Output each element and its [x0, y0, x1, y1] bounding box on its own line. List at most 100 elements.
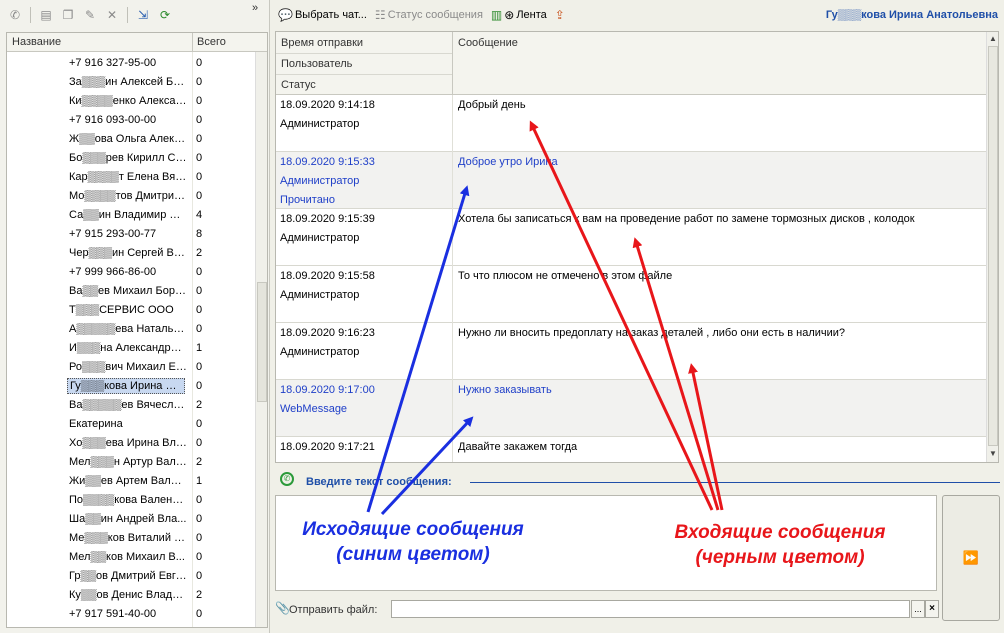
file-path-input[interactable] — [391, 600, 910, 618]
send-button[interactable]: ⏩ — [942, 495, 1000, 621]
paperclip-icon: 📎 — [275, 601, 290, 615]
file-label: Отправить файл: — [289, 604, 378, 616]
column-header-total[interactable]: Всего — [197, 36, 226, 48]
contact-name: +7 915 293-00-77 — [69, 228, 157, 240]
file-browse-button[interactable]: ... — [911, 600, 925, 618]
contact-row[interactable]: +7 915 293-00-77 8 — [7, 224, 255, 243]
contact-name: Ме▒▒▒ков Виталий Вл... — [69, 532, 187, 544]
new-contact-icon[interactable]: ✆ — [6, 6, 24, 24]
outgoing-callout-line1: Исходящие сообщения — [302, 519, 524, 540]
contact-name: Гу▒▒▒кова Ирина Ана... — [67, 378, 185, 394]
copy-icon[interactable]: ❐ — [59, 6, 77, 24]
messages-scrollbar-thumb[interactable] — [988, 46, 998, 446]
message-text: То что плюсом не отмечено в этом файле — [458, 270, 673, 282]
contact-row[interactable]: Ж▒▒ова Ольга Алекс... 0 — [7, 129, 255, 148]
contact-row[interactable]: Жи▒▒ев Артем Валер... 1 — [7, 471, 255, 490]
contact-row[interactable]: И▒▒▒на Александра ... 1 — [7, 338, 255, 357]
refresh-icon[interactable]: ⟳ — [156, 6, 174, 24]
contact-row[interactable]: Гр▒▒ов Дмитрий Евге... 0 — [7, 566, 255, 585]
message-time: 18.09.2020 9:14:18 — [280, 99, 375, 111]
contact-row[interactable]: Ме▒▒▒ков Виталий Вл... 0 — [7, 528, 255, 547]
column-header-message[interactable]: Сообщение — [458, 37, 518, 49]
contact-row[interactable]: Бо▒▒▒рев Кирилл Сер... 0 — [7, 148, 255, 167]
contact-row[interactable]: Мел▒▒ков Михаил В... 0 — [7, 547, 255, 566]
contact-name: Са▒▒ин Владимир Юр... — [69, 209, 187, 221]
contact-row[interactable]: Мел▒▒▒н Артур Вале... 2 — [7, 452, 255, 471]
contacts-toolbar: ✆ ▤ ❐ ✎ ✕ ⇲ ⟳ — [0, 0, 270, 30]
contact-row[interactable]: А▒▒▒▒▒ева Наталья ... 0 — [7, 319, 255, 338]
file-attach-row: 📎 Отправить файл: ... × — [275, 598, 939, 620]
contact-row[interactable]: Ки▒▒▒▒енко Александ... 0 — [7, 91, 255, 110]
delete-icon[interactable]: ✕ — [103, 6, 121, 24]
contact-name: Мо▒▒▒▒тов Дмитрий В... — [69, 190, 187, 202]
message-user: Администратор — [280, 175, 360, 187]
scroll-down-icon[interactable]: ▼ — [989, 449, 997, 458]
contact-row[interactable]: Т▒▒▒СЕРВИС ООО 0 — [7, 300, 255, 319]
contacts-scrollbar-thumb[interactable] — [257, 282, 267, 402]
feed-button[interactable]: ▥ ⊛ Лента — [491, 8, 547, 22]
contact-count: 0 — [196, 380, 203, 392]
contact-count: 8 — [196, 228, 203, 240]
contact-count: 2 — [196, 399, 203, 411]
contact-count: 0 — [196, 418, 203, 430]
contacts-scrollbar[interactable] — [255, 52, 267, 627]
contact-name: Бо▒▒▒рев Кирилл Сер... — [69, 152, 187, 164]
contact-row[interactable]: За▒▒▒ин Алексей Бор... 0 — [7, 72, 255, 91]
message-text: Нужно ли вносить предоплату на заказ дет… — [458, 327, 846, 339]
choose-chat-label: Выбрать чат... — [294, 9, 367, 21]
contact-row[interactable]: Ку▒▒ов Денис Влади... 2 — [7, 585, 255, 604]
contact-name: Кар▒▒▒▒т Елена Вяче... — [69, 171, 187, 183]
incoming-message-row[interactable]: 18.09.2020 9:14:18 Администратор Добрый де… — [276, 95, 986, 152]
message-text: Давайте закажем тогда — [458, 441, 578, 453]
contact-count: 0 — [196, 114, 203, 126]
file-clear-button[interactable]: × — [925, 600, 939, 618]
incoming-message-row[interactable]: 18.09.2020 9:17:21 Давайте закажем тогда — [276, 437, 986, 462]
contact-row[interactable]: Ва▒▒▒▒▒ев Вячеслав ... 2 — [7, 395, 255, 414]
choose-chat-button[interactable]: 💬 Выбрать чат... — [278, 8, 367, 22]
contact-name: Гр▒▒ов Дмитрий Евге... — [69, 570, 187, 582]
collapse-panel-button[interactable]: » — [252, 2, 258, 14]
contact-row[interactable]: +7 916 093-00-00 0 — [7, 110, 255, 129]
scroll-up-icon[interactable]: ▲ — [989, 34, 997, 43]
contact-row[interactable]: Екатерина 0 — [7, 414, 255, 433]
upload-button[interactable]: ⇪ — [555, 8, 565, 22]
column-header-status[interactable]: Статус — [281, 79, 316, 91]
import-icon[interactable]: ⇲ — [134, 6, 152, 24]
contact-name: Жи▒▒ев Артем Валер... — [69, 475, 187, 487]
contact-row[interactable]: Ша▒▒ин Андрей Вла... 0 — [7, 509, 255, 528]
contact-count: 0 — [196, 494, 203, 506]
compose-header: ✆ Введите текст сообщения: — [275, 472, 1003, 490]
contact-row[interactable]: Гу▒▒▒кова Ирина Ана... 0 — [7, 376, 255, 395]
contact-row[interactable]: По▒▒▒▒кова Валенти... 0 — [7, 490, 255, 509]
contact-name: Мел▒▒▒н Артур Вале... — [69, 456, 187, 468]
contact-row[interactable]: +7 916 327-95-00 0 — [7, 53, 255, 72]
outgoing-message-row[interactable]: 18.09.2020 9:17:00 WebMessage Нужно заказы… — [276, 380, 986, 437]
message-status-button[interactable]: ☷ Статус сообщения — [375, 8, 483, 22]
messages-scrollbar[interactable]: ▲ ▼ — [986, 32, 998, 462]
contact-row[interactable]: Чер▒▒▒ин Сергей Вл... 2 — [7, 243, 255, 262]
send-icon: ⏩ — [962, 550, 980, 565]
compose-label: Введите текст сообщения: — [306, 476, 452, 488]
incoming-message-row[interactable]: 18.09.2020 9:15:39 Администратор Хотела бы… — [276, 209, 986, 266]
incoming-message-row[interactable]: 18.09.2020 9:16:23 Администратор Нужно ли … — [276, 323, 986, 380]
incoming-message-row[interactable]: 18.09.2020 9:15:58 Администратор То что пл… — [276, 266, 986, 323]
upload-icon: ⇪ — [554, 8, 565, 22]
contact-row[interactable]: Са▒▒ин Владимир Юр... 4 — [7, 205, 255, 224]
contact-count: 0 — [196, 95, 203, 107]
contact-row[interactable]: Кар▒▒▒▒т Елена Вяче... 0 — [7, 167, 255, 186]
toolbar-separator — [30, 7, 31, 23]
contact-row[interactable]: +7 999 966-86-00 0 — [7, 262, 255, 281]
contact-row[interactable]: +7 917 591-40-00 0 — [7, 604, 255, 623]
column-header-user[interactable]: Пользователь — [281, 58, 352, 70]
outgoing-message-row[interactable]: 18.09.2020 9:15:33 Администратор Прочитано… — [276, 152, 986, 209]
contact-row[interactable]: Ро▒▒▒вич Михаил Евге... 0 — [7, 357, 255, 376]
contact-row[interactable]: Ва▒▒ев Михаил Борис... 0 — [7, 281, 255, 300]
edit-icon[interactable]: ✎ — [81, 6, 99, 24]
column-header-name[interactable]: Название — [12, 36, 61, 48]
contact-row[interactable]: Хо▒▒▒ева Ирина Влад... 0 — [7, 433, 255, 452]
message-user: Администратор — [280, 289, 360, 301]
contact-row[interactable]: Мо▒▒▒▒тов Дмитрий В... 0 — [7, 186, 255, 205]
new-folder-icon[interactable]: ▤ — [37, 6, 55, 24]
contact-count: 0 — [196, 171, 203, 183]
column-header-sent-time[interactable]: Время отправки — [281, 37, 363, 49]
